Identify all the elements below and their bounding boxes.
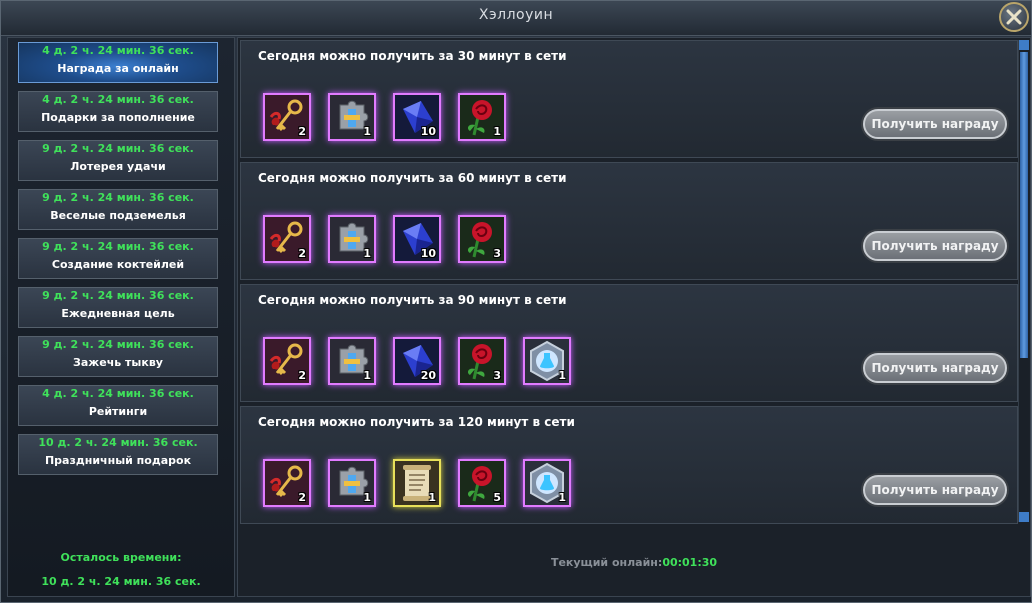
- sidebar-item-label: Зажечь тыкву: [73, 356, 163, 369]
- sidebar: Осталось времени: 10 д. 2 ч. 24 мин. 36 …: [7, 37, 235, 597]
- reward-item-count: 1: [428, 491, 436, 504]
- reward-item[interactable]: 1: [458, 93, 506, 141]
- claim-reward-button[interactable]: Получить награду: [863, 475, 1007, 505]
- sidebar-item-timer: 10 д. 2 ч. 24 мин. 36 сек.: [38, 436, 198, 449]
- reward-panel: Текущий онлайн:00:01:30 Сегодня можно по…: [237, 37, 1031, 597]
- reward-item[interactable]: 1: [328, 337, 376, 385]
- reward-item[interactable]: 1: [328, 93, 376, 141]
- sidebar-item-label: Ежедневная цель: [61, 307, 175, 320]
- close-icon: [1006, 9, 1022, 25]
- sidebar-item-timer: 4 д. 2 ч. 24 мин. 36 сек.: [42, 93, 194, 106]
- current-online: Текущий онлайн:00:01:30: [238, 556, 1030, 569]
- online-label: Текущий онлайн:: [550, 556, 663, 569]
- reward-row: Сегодня можно получить за 120 минут в се…: [240, 406, 1018, 524]
- reward-item[interactable]: 2: [263, 337, 311, 385]
- scroll-thumb[interactable]: [1020, 52, 1028, 358]
- online-value: 00:01:30: [662, 556, 718, 569]
- sidebar-item[interactable]: 9 д. 2 ч. 24 мин. 36 сек. Зажечь тыкву: [18, 336, 218, 377]
- reward-item[interactable]: 10: [393, 215, 441, 263]
- sidebar-item[interactable]: 9 д. 2 ч. 24 мин. 36 сек. Лотерея удачи: [18, 140, 218, 181]
- sidebar-item-timer: 9 д. 2 ч. 24 мин. 36 сек.: [42, 240, 194, 253]
- sidebar-item[interactable]: 4 д. 2 ч. 24 мин. 36 сек. Подарки за попо…: [18, 91, 218, 132]
- reward-row-title: Сегодня можно получить за 30 минут в сет…: [258, 49, 567, 63]
- remaining-time-label: Осталось времени:: [60, 551, 182, 564]
- reward-item[interactable]: 10: [393, 93, 441, 141]
- reward-item-count: 3: [493, 247, 501, 260]
- title-bar: Хэллоуин: [1, 1, 1031, 36]
- sidebar-item-label: Праздничный подарок: [44, 454, 192, 467]
- reward-item[interactable]: 1: [328, 215, 376, 263]
- reward-item[interactable]: 1: [393, 459, 441, 507]
- sidebar-item[interactable]: 10 д. 2 ч. 24 мин. 36 сек. Праздничный по…: [18, 434, 218, 475]
- claim-reward-button[interactable]: Получить награду: [863, 109, 1007, 139]
- reward-item-count: 2: [298, 369, 306, 382]
- reward-item-count: 5: [493, 491, 501, 504]
- reward-item-count: 1: [363, 369, 371, 382]
- scroll-up-button[interactable]: [1019, 40, 1029, 50]
- sidebar-item-label: Рейтинги: [88, 405, 148, 418]
- reward-item-count: 1: [558, 491, 566, 504]
- reward-item-count: 2: [298, 247, 306, 260]
- reward-item-count: 2: [298, 491, 306, 504]
- reward-item-count: 1: [558, 369, 566, 382]
- reward-item[interactable]: 2: [263, 459, 311, 507]
- reward-item[interactable]: 2: [263, 215, 311, 263]
- reward-item-count: 10: [420, 125, 436, 138]
- reward-item[interactable]: 1: [523, 459, 571, 507]
- reward-row-title: Сегодня можно получить за 90 минут в сет…: [258, 293, 567, 307]
- sidebar-item-timer: 9 д. 2 ч. 24 мин. 36 сек.: [42, 289, 194, 302]
- claim-reward-button[interactable]: Получить награду: [863, 231, 1007, 261]
- sidebar-item-timer: 4 д. 2 ч. 24 мин. 36 сек.: [42, 44, 194, 57]
- sidebar-item[interactable]: 9 д. 2 ч. 24 мин. 36 сек. Веселые подземе…: [18, 189, 218, 230]
- reward-row: Сегодня можно получить за 30 минут в сет…: [240, 40, 1018, 158]
- sidebar-item[interactable]: 9 д. 2 ч. 24 мин. 36 сек. Создание коктей…: [18, 238, 218, 279]
- sidebar-item[interactable]: 4 д. 2 ч. 24 мин. 36 сек. Рейтинги: [18, 385, 218, 426]
- reward-item[interactable]: 2: [263, 93, 311, 141]
- sidebar-item-timer: 9 д. 2 ч. 24 мин. 36 сек.: [42, 191, 194, 204]
- reward-item[interactable]: 3: [458, 215, 506, 263]
- reward-item-count: 1: [363, 491, 371, 504]
- sidebar-item-label: Награда за онлайн: [57, 62, 179, 75]
- sidebar-item-label: Создание коктейлей: [51, 258, 185, 271]
- reward-item[interactable]: 3: [458, 337, 506, 385]
- reward-item[interactable]: 1: [328, 459, 376, 507]
- reward-item-count: 3: [493, 369, 501, 382]
- sidebar-item[interactable]: 9 д. 2 ч. 24 мин. 36 сек. Ежедневная цель: [18, 287, 218, 328]
- reward-item-count: 20: [420, 369, 436, 382]
- reward-item-count: 1: [363, 247, 371, 260]
- sidebar-item-timer: 9 д. 2 ч. 24 мин. 36 сек.: [42, 338, 194, 351]
- sidebar-item-label: Подарки за пополнение: [41, 111, 195, 124]
- sidebar-item-label: Веселые подземелья: [50, 209, 186, 222]
- remaining-time-value: 10 д. 2 ч. 24 мин. 36 сек.: [41, 575, 201, 588]
- reward-row-title: Сегодня можно получить за 60 минут в сет…: [258, 171, 567, 185]
- reward-row-title: Сегодня можно получить за 120 минут в се…: [258, 415, 575, 429]
- sidebar-item[interactable]: 4 д. 2 ч. 24 мин. 36 сек. Награда за онла…: [18, 42, 218, 83]
- scroll-down-button[interactable]: [1019, 512, 1029, 522]
- sidebar-item-timer: 9 д. 2 ч. 24 мин. 36 сек.: [42, 142, 194, 155]
- reward-item[interactable]: 5: [458, 459, 506, 507]
- window-title: Хэллоуин: [478, 7, 554, 23]
- event-window: Хэллоуин Осталось времени: 10 д. 2 ч. 24…: [0, 0, 1032, 603]
- close-button[interactable]: [999, 2, 1029, 32]
- sidebar-item-label: Лотерея удачи: [70, 160, 166, 173]
- sidebar-item-timer: 4 д. 2 ч. 24 мин. 36 сек.: [42, 387, 194, 400]
- reward-row: Сегодня можно получить за 90 минут в сет…: [240, 284, 1018, 402]
- reward-row: Сегодня можно получить за 60 минут в сет…: [240, 162, 1018, 280]
- reward-item-count: 2: [298, 125, 306, 138]
- reward-item[interactable]: 20: [393, 337, 441, 385]
- claim-reward-button[interactable]: Получить награду: [863, 353, 1007, 383]
- reward-item[interactable]: 1: [523, 337, 571, 385]
- reward-item-count: 1: [493, 125, 501, 138]
- reward-item-count: 10: [420, 247, 436, 260]
- scrollbar[interactable]: [1018, 40, 1029, 522]
- reward-item-count: 1: [363, 125, 371, 138]
